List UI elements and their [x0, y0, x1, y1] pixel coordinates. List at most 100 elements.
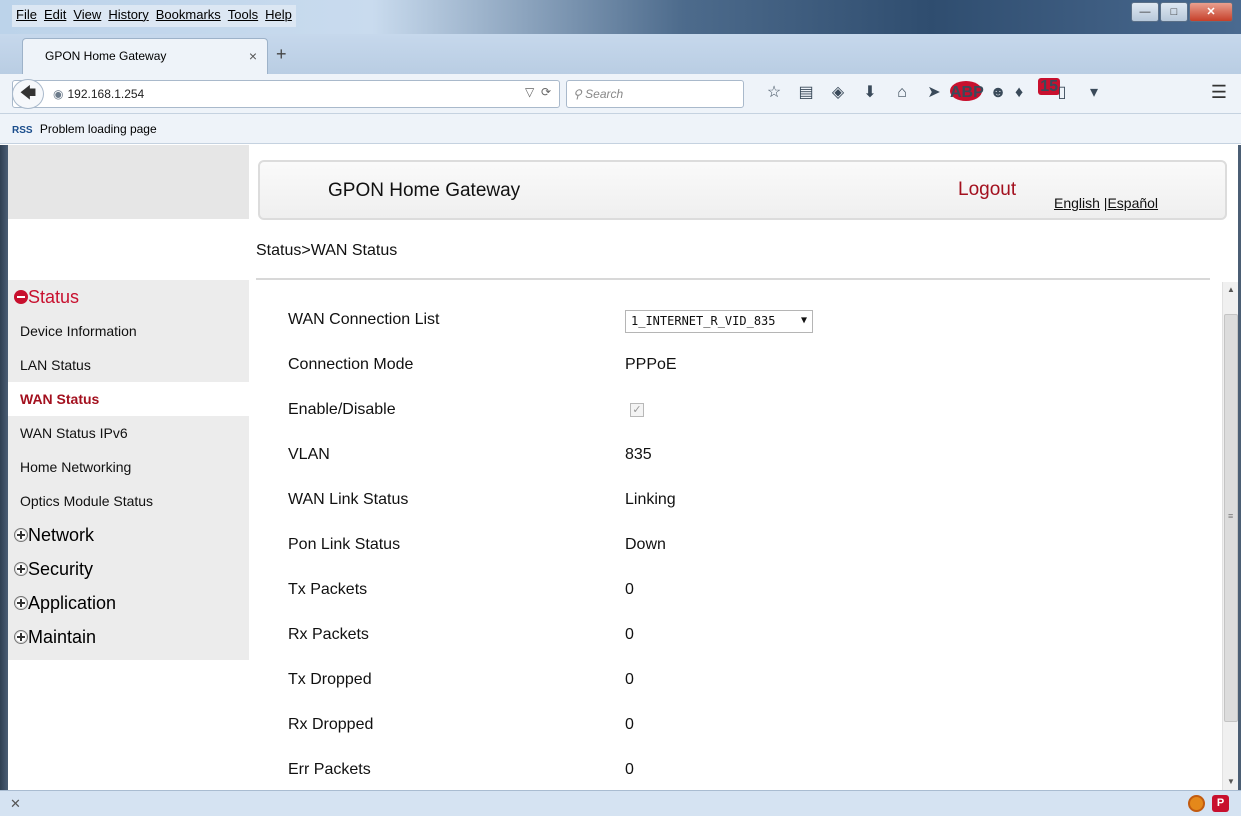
- scroll-up-arrow-icon[interactable]: ▲: [1223, 282, 1238, 298]
- expand-icon: [14, 596, 28, 610]
- language-switcher: English |Español: [1054, 195, 1158, 211]
- field-row-err-packets: Err Packets 0: [288, 751, 1188, 790]
- menu-edit[interactable]: Edit: [44, 7, 66, 25]
- field-row-pon-link-status: Pon Link Status Down: [288, 526, 1188, 571]
- menu-file[interactable]: File: [16, 7, 37, 25]
- expand-icon: [14, 528, 28, 542]
- hamburger-menu-icon[interactable]: ☰: [1211, 82, 1227, 103]
- rx-dropped-value: 0: [625, 716, 634, 733]
- menu-tools[interactable]: Tools: [228, 7, 258, 25]
- minimize-button[interactable]: —: [1131, 2, 1159, 22]
- rx-packets-value: 0: [625, 626, 634, 643]
- sidebar-section-label: Security: [28, 559, 94, 579]
- sidebar-section-label: Application: [28, 593, 117, 613]
- page-viewport: GPON Home Gateway Logout English |Españo…: [8, 145, 1238, 790]
- expand-icon: [14, 562, 28, 576]
- collapse-icon: [14, 290, 28, 304]
- p-addon-icon[interactable]: P: [1212, 795, 1229, 812]
- gateway-title: GPON Home Gateway: [328, 180, 521, 201]
- content-scrollbar[interactable]: ▲ ≡ ▼: [1222, 282, 1238, 790]
- menu-history[interactable]: History: [108, 7, 148, 25]
- menu-bar: File Edit View History Bookmarks Tools H…: [12, 5, 296, 27]
- browser-status-bar: ✕ P: [0, 790, 1241, 816]
- close-window-button[interactable]: ✕: [1189, 2, 1233, 22]
- sidebar-section-application[interactable]: Application: [8, 586, 249, 620]
- search-input[interactable]: ⚲ Search: [566, 80, 744, 108]
- navigation-toolbar: 🡄 ◉ 192.168.1.254 ▽ ⟳ ⚲ Search ☆ ▤ ◈ ⬇ ⌂ …: [0, 74, 1241, 114]
- bookmarks-bar: RSS Problem loading page: [0, 114, 1241, 144]
- wan-connection-select[interactable]: 1_INTERNET_R_VID_835 ▼: [625, 310, 813, 333]
- pocket-icon[interactable]: ◈: [822, 81, 854, 105]
- sidebar-item-wan-status-ipv6[interactable]: WAN Status IPv6: [8, 416, 249, 450]
- download-icon[interactable]: ⬇: [854, 81, 886, 105]
- connection-mode-label: Connection Mode: [288, 356, 414, 373]
- site-info-icon[interactable]: ◉: [53, 87, 63, 101]
- language-english-link[interactable]: English: [1054, 195, 1100, 211]
- sidebar-item-home-networking[interactable]: Home Networking: [8, 450, 249, 484]
- scrollbar-grip-icon: ≡: [1228, 511, 1234, 521]
- extension-puzzle-icon[interactable]: ♦ 15: [1014, 78, 1060, 105]
- field-row-enable-disable: Enable/Disable ✓: [288, 391, 1188, 436]
- connection-mode-value: PPPoE: [625, 356, 677, 373]
- tab-gpon-home-gateway[interactable]: GPON Home Gateway ×: [22, 38, 268, 74]
- logout-link[interactable]: Logout: [958, 179, 1016, 201]
- clipboard-icon[interactable]: ▯: [1046, 81, 1078, 105]
- language-spanish-link[interactable]: Español: [1107, 195, 1158, 211]
- header-divider: [256, 278, 1210, 280]
- menu-view[interactable]: View: [73, 7, 101, 25]
- vlan-label: VLAN: [288, 446, 330, 463]
- field-row-tx-dropped: Tx Dropped 0: [288, 661, 1188, 706]
- enable-checkbox[interactable]: ✓: [630, 403, 644, 417]
- scroll-down-arrow-icon[interactable]: ▼: [1223, 774, 1238, 790]
- send-icon[interactable]: ➤: [918, 81, 950, 105]
- sidebar-section-security[interactable]: Security: [8, 552, 249, 586]
- reading-list-icon[interactable]: ▤: [790, 81, 822, 105]
- tx-dropped-value: 0: [625, 671, 634, 688]
- url-text[interactable]: ◉ 192.168.1.254: [53, 87, 144, 101]
- pon-link-status-label: Pon Link Status: [288, 536, 401, 553]
- sidebar-section-label: Status: [28, 287, 80, 307]
- bookmark-star-icon[interactable]: ☆: [758, 81, 790, 105]
- vlan-value: 835: [625, 446, 652, 463]
- field-row-vlan: VLAN 835: [288, 436, 1188, 481]
- new-tab-button[interactable]: +: [276, 44, 287, 65]
- sidebar-item-wan-status[interactable]: WAN Status: [8, 382, 249, 416]
- tx-dropped-label: Tx Dropped: [288, 671, 372, 688]
- wan-connection-list-label: WAN Connection List: [288, 311, 440, 328]
- sidebar-section-status[interactable]: Status: [8, 280, 249, 314]
- url-bar[interactable]: 🡄 ◉ 192.168.1.254 ▽ ⟳: [12, 79, 560, 109]
- field-row-wan-link-status: WAN Link Status Linking: [288, 481, 1188, 526]
- sidebar-section-network[interactable]: Network: [8, 518, 249, 552]
- menu-help[interactable]: Help: [265, 7, 292, 25]
- breadcrumb: Status>WAN Status: [256, 242, 398, 259]
- enable-disable-label: Enable/Disable: [288, 401, 396, 418]
- sidebar-item-optics-module-status[interactable]: Optics Module Status: [8, 484, 249, 518]
- url-dropdown-reload-icons[interactable]: ▽ ⟳: [525, 85, 551, 99]
- maximize-button[interactable]: □: [1160, 2, 1188, 22]
- overflow-chevron-icon[interactable]: ▾: [1078, 81, 1110, 105]
- back-arrow-icon[interactable]: 🡄: [12, 79, 44, 109]
- home-icon[interactable]: ⌂: [886, 81, 918, 105]
- search-placeholder: Search: [585, 87, 624, 101]
- rss-feed-icon: RSS: [12, 125, 33, 136]
- tab-close-icon[interactable]: ×: [249, 48, 257, 64]
- field-row-tx-packets: Tx Packets 0: [288, 571, 1188, 616]
- sidebar-logo-area: [8, 145, 249, 219]
- sidebar-item-device-information[interactable]: Device Information: [8, 314, 249, 348]
- adblock-icon[interactable]: ABP: [950, 81, 984, 105]
- tab-strip: GPON Home Gateway × +: [0, 34, 1241, 74]
- sidebar-item-lan-status[interactable]: LAN Status: [8, 348, 249, 382]
- wan-connection-selected-value: 1_INTERNET_R_VID_835: [631, 314, 776, 328]
- chat-icon[interactable]: ☻: [982, 81, 1014, 105]
- sidebar-section-maintain[interactable]: Maintain: [8, 620, 249, 654]
- tab-title: GPON Home Gateway: [45, 49, 167, 63]
- sidebar-menu: Status Device Information LAN Status WAN…: [8, 280, 249, 660]
- menu-bookmarks[interactable]: Bookmarks: [156, 7, 221, 25]
- pon-link-status-value: Down: [625, 536, 666, 553]
- scrollbar-thumb[interactable]: ≡: [1224, 314, 1238, 722]
- field-row-rx-dropped: Rx Dropped 0: [288, 706, 1188, 751]
- bookmark-problem-loading-page[interactable]: Problem loading page: [40, 122, 157, 136]
- firebug-addon-icon[interactable]: [1188, 795, 1205, 812]
- close-status-icon[interactable]: ✕: [10, 796, 21, 812]
- sidebar-section-label: Network: [28, 525, 95, 545]
